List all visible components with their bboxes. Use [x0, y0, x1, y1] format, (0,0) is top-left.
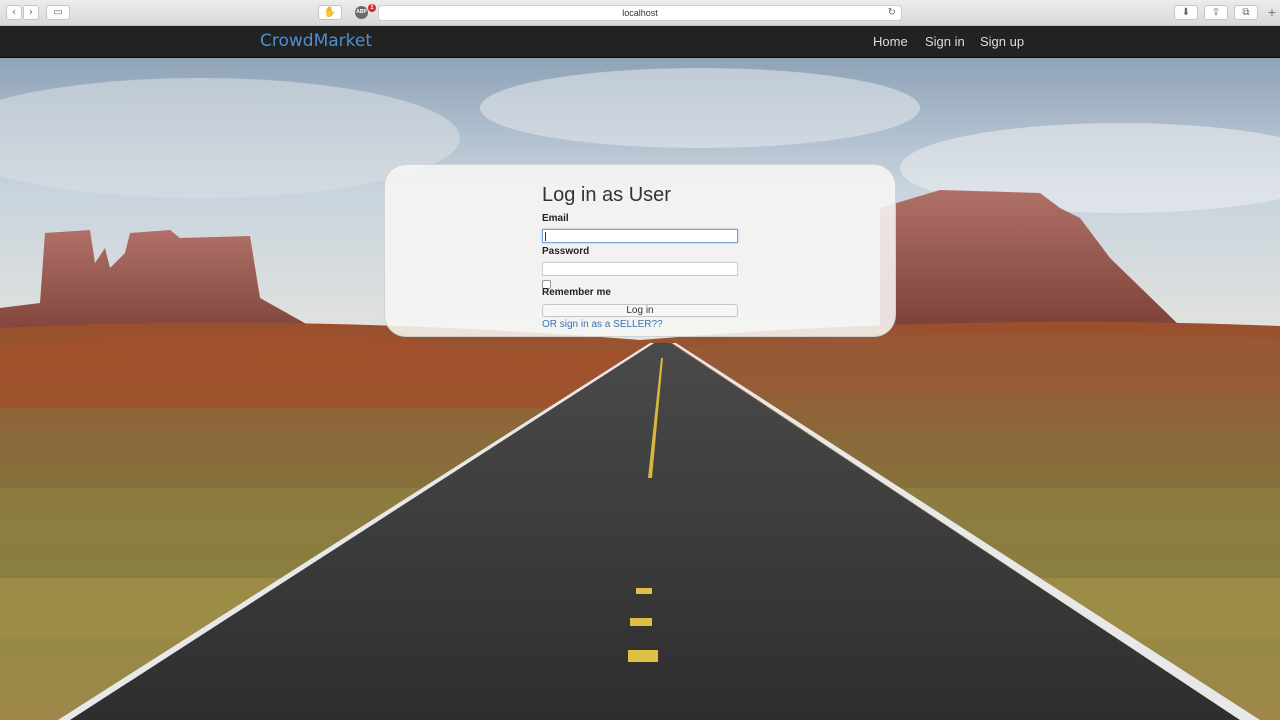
- hand-icon[interactable]: ✋: [318, 5, 342, 20]
- password-label: Password: [542, 246, 590, 257]
- browser-toolbar: ‹ › ▭ ✋ ABP 1 localhost ↻ ⬇ ⇪ ⧉ +: [0, 0, 1280, 26]
- email-field[interactable]: [542, 229, 738, 243]
- share-icon[interactable]: ⇪: [1204, 5, 1228, 20]
- extension-icon[interactable]: ABP: [355, 6, 368, 19]
- sidebar-toggle-icon[interactable]: ▭: [46, 5, 70, 20]
- address-bar[interactable]: localhost ↻: [378, 5, 902, 21]
- reload-icon[interactable]: ↻: [888, 6, 896, 20]
- email-label: Email: [542, 213, 569, 224]
- nav-sign-in[interactable]: Sign in: [925, 34, 965, 49]
- navbar: CrowdMarket Home Sign in Sign up: [0, 26, 1280, 58]
- desert-road-illustration: [0, 58, 1280, 720]
- password-field[interactable]: [542, 262, 738, 276]
- remember-me-label: Remember me: [542, 287, 611, 298]
- nav-sign-up[interactable]: Sign up: [980, 34, 1024, 49]
- login-button[interactable]: Log in: [542, 304, 738, 317]
- forward-button[interactable]: ›: [23, 5, 39, 20]
- brand-logo[interactable]: CrowdMarket: [260, 31, 372, 51]
- url-text: localhost: [622, 8, 658, 18]
- back-button[interactable]: ‹: [6, 5, 22, 20]
- nav-home[interactable]: Home: [873, 34, 908, 49]
- page-title: Log in as User: [542, 184, 671, 206]
- seller-signin-link[interactable]: OR sign in as a SELLER??: [542, 319, 663, 330]
- download-icon[interactable]: ⬇: [1174, 5, 1198, 20]
- tabs-icon[interactable]: ⧉: [1234, 5, 1258, 20]
- text-caret: [545, 232, 546, 241]
- new-tab-icon[interactable]: +: [1268, 4, 1276, 20]
- background-image: [0, 58, 1280, 720]
- extension-badge: 1: [368, 4, 376, 12]
